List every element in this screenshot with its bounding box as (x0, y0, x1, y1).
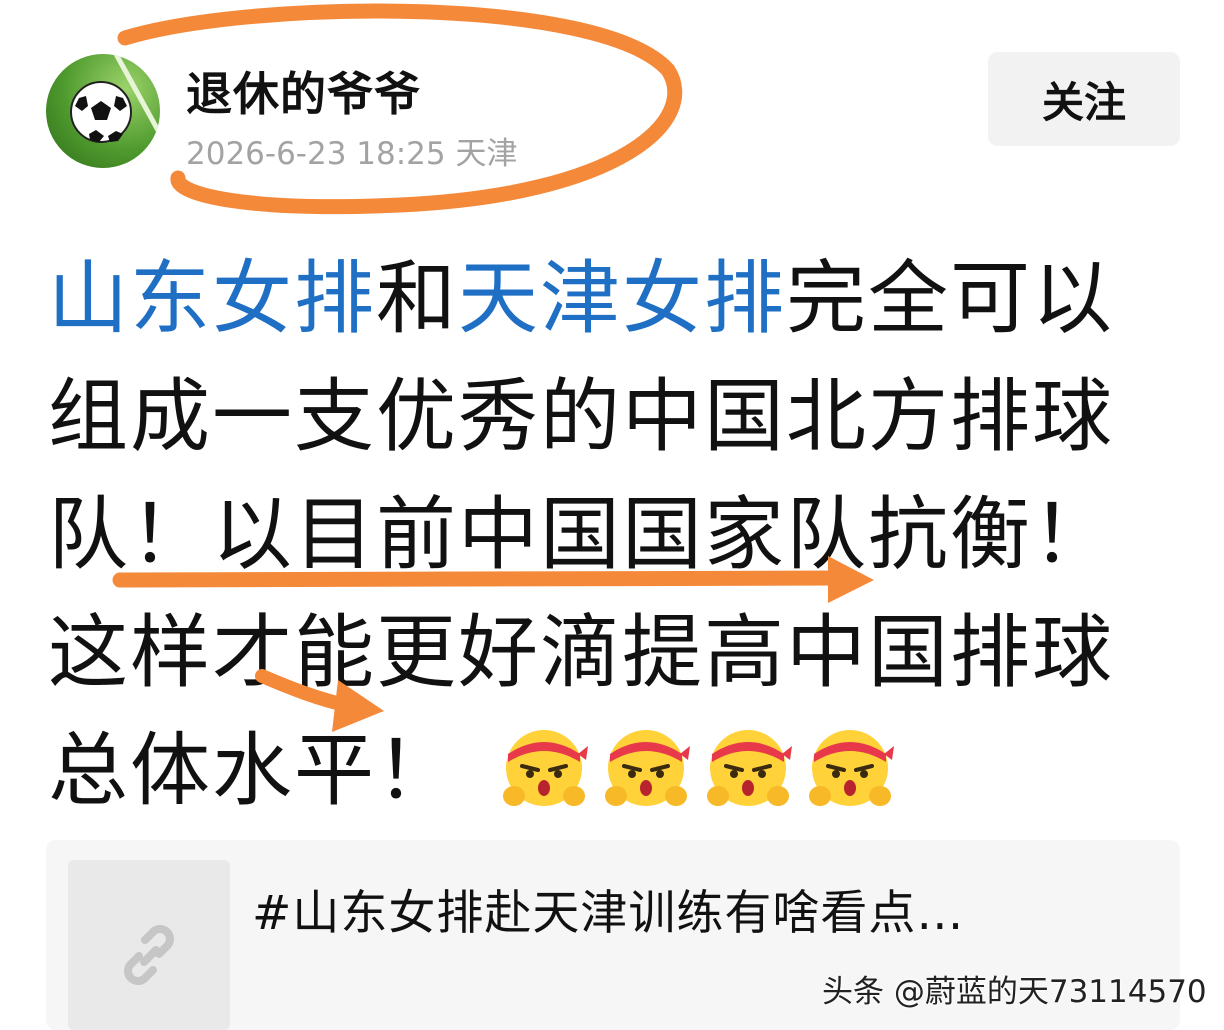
post-body: 山东女排和天津女排完全可以组成一支优秀的中国北方排球队！以目前中国国家队抗衡！这… (48, 240, 1168, 830)
avatar[interactable] (46, 54, 160, 168)
post-date-location: 2026-6-23 18:25 天津 (186, 136, 518, 172)
headband-cheering-face-icon (707, 730, 792, 806)
soccer-ball-icon (70, 54, 160, 143)
link-icon (124, 925, 174, 985)
headband-cheering-face-icon (605, 730, 690, 806)
watermark: 头条 @蔚蓝的天73114570 (822, 974, 1207, 1010)
link-title[interactable]: #山东女排赴天津训练有啥看点… (252, 874, 1152, 943)
post-connector: 和 (376, 252, 458, 345)
topic-link-tianjin[interactable]: 天津女排 (458, 252, 786, 345)
headband-cheering-face-icon (809, 730, 894, 806)
emoji-row (458, 724, 906, 817)
follow-button[interactable]: 关注 (988, 52, 1180, 146)
link-thumbnail (68, 860, 230, 1030)
topic-link-shandong[interactable]: 山东女排 (48, 252, 376, 345)
headband-cheering-face-icon (503, 730, 588, 806)
author-name[interactable]: 退休的爷爷 (186, 58, 421, 124)
